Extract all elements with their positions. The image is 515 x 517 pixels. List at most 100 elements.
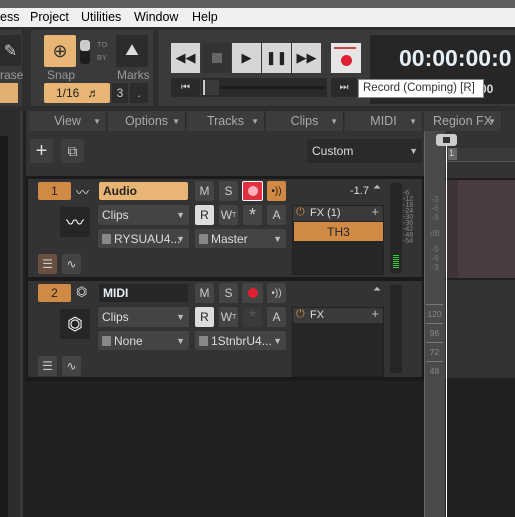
snap-by-label: BY: [97, 53, 108, 62]
input-dropdown[interactable]: RYSUAU4... ▼: [98, 229, 189, 248]
envelope-icon: ∿: [66, 359, 77, 373]
mute-button[interactable]: M: [195, 181, 214, 201]
duplicate-track-button[interactable]: ⧉: [61, 139, 84, 163]
track-lane-2[interactable]: [445, 280, 515, 378]
track-icon[interactable]: ⏣: [60, 309, 90, 339]
add-fx-icon[interactable]: +: [371, 306, 379, 321]
input-echo-button[interactable]: •)): [267, 283, 286, 303]
envelope-icon: ∿: [66, 257, 77, 271]
star-button[interactable]: *: [243, 205, 262, 225]
snap-button[interactable]: ⊕: [44, 35, 76, 67]
input-icon: [102, 335, 111, 346]
go-to-start-button[interactable]: ⏮: [171, 78, 200, 97]
plus-icon: +: [35, 139, 48, 162]
track-menu-button[interactable]: ☰: [38, 356, 57, 376]
record-arm-button[interactable]: [242, 283, 263, 303]
add-fx-icon[interactable]: +: [371, 204, 379, 219]
ruler-marker: 1: [448, 148, 457, 160]
stop-icon: [211, 53, 222, 63]
midi-connector-icon: ⏣: [67, 313, 83, 334]
track-midi[interactable]: 2 ⏣ MIDI M S •)) ⏶ ⏣ Clips ▼ R W T * A None ▼ 1StnbrU4...…: [28, 281, 422, 377]
menu-utilities[interactable]: Utilities: [81, 10, 121, 24]
fast-forward-button[interactable]: ▶▶: [292, 43, 321, 73]
track-audio[interactable]: 1 〰 Audio M S •)) -1.7 ⏶ 〰 Clips ▼ R W T * A RYSUAU4... ▼…: [28, 179, 422, 277]
track-mode-dropdown[interactable]: Clips ▼: [98, 205, 189, 225]
fx-plugin[interactable]: TH3: [294, 222, 383, 241]
echo-icon: •)): [271, 185, 282, 197]
record-button[interactable]: [331, 43, 361, 73]
erase-tool-button[interactable]: ✎: [0, 35, 21, 66]
tab-view[interactable]: View ▼: [29, 111, 107, 131]
record-arm-button[interactable]: [242, 181, 263, 201]
marks-count[interactable]: 3: [112, 83, 128, 103]
track-name-field[interactable]: Audio: [99, 182, 188, 200]
automation-button[interactable]: A: [267, 307, 286, 327]
solo-button[interactable]: S: [219, 283, 238, 303]
automation-lane-button[interactable]: ∿: [62, 356, 81, 376]
track-number[interactable]: 2: [38, 284, 71, 302]
volume-readout: -1.7: [350, 185, 369, 197]
tab-midi[interactable]: MIDI ▼: [345, 111, 423, 131]
record-icon: [247, 288, 258, 298]
position-slider[interactable]: [201, 78, 327, 97]
grid-icon: ⊕: [52, 40, 68, 61]
tab-region-fx[interactable]: Region FX ▼: [424, 111, 502, 131]
input-dropdown[interactable]: None ▼: [98, 331, 189, 350]
menu-window[interactable]: Window: [134, 10, 178, 24]
track-lane-1[interactable]: [445, 180, 515, 278]
time-readout: 00:00:00:0: [399, 45, 512, 71]
go-to-end-button[interactable]: ⏭: [331, 78, 357, 97]
snap-resolution-dropdown[interactable]: 1/16 ♬: [44, 83, 110, 103]
solo-button[interactable]: S: [219, 181, 238, 201]
title-bar: [0, 0, 515, 8]
track-view-preset-dropdown[interactable]: Custom ▼: [307, 139, 422, 163]
erase-label: rase: [0, 68, 24, 82]
tab-tracks[interactable]: Tracks ▼: [187, 111, 265, 131]
track-icon[interactable]: 〰: [60, 207, 90, 237]
menu-process[interactable]: ess: [0, 10, 19, 24]
marks-dot[interactable]: .: [130, 83, 148, 103]
track-menu-button[interactable]: ☰: [38, 254, 57, 274]
fx-rack[interactable]: ⏻ FX (1) + TH3: [292, 204, 384, 275]
input-echo-button[interactable]: •)): [267, 181, 286, 201]
lines-icon: ☰: [42, 257, 53, 271]
track-mode-dropdown[interactable]: Clips ▼: [98, 307, 189, 327]
tab-clips[interactable]: Clips ▼: [266, 111, 344, 131]
read-automation-button[interactable]: R: [195, 205, 214, 225]
stop-button[interactable]: [202, 43, 231, 73]
collapse-chevron-icon[interactable]: ⏶: [373, 284, 381, 295]
tab-options[interactable]: Options ▼: [108, 111, 186, 131]
input-icon: [102, 233, 111, 244]
automation-button[interactable]: A: [267, 205, 286, 225]
waveform-icon: 〰: [76, 185, 90, 200]
menu-project[interactable]: Project: [30, 10, 69, 24]
fast-forward-icon: ▶▶: [296, 50, 317, 65]
snap-toggle[interactable]: [80, 40, 90, 64]
fx-rack[interactable]: ⏻ FX +: [292, 306, 384, 377]
lines-icon: ☰: [42, 359, 53, 373]
automation-lane-button[interactable]: ∿: [62, 254, 81, 274]
track-name-field[interactable]: MIDI: [99, 284, 188, 302]
erase-dropdown[interactable]: [0, 83, 18, 103]
skip-start-icon: ⏮: [181, 82, 190, 93]
add-track-button[interactable]: +: [30, 139, 53, 163]
output-dropdown[interactable]: 1StnbrU4... ▼: [195, 331, 286, 350]
echo-icon: •)): [271, 287, 282, 299]
rewind-button[interactable]: ◀◀: [171, 43, 200, 73]
power-icon: ⏻: [296, 206, 305, 218]
write-automation-button[interactable]: WT: [219, 205, 238, 225]
duplicate-icon: ⧉: [67, 142, 78, 159]
track-number[interactable]: 1: [38, 182, 71, 200]
star-button[interactable]: *: [243, 307, 262, 327]
mute-button[interactable]: M: [195, 283, 214, 303]
output-dropdown[interactable]: Master ▼: [195, 229, 286, 248]
play-button[interactable]: ▶: [232, 43, 261, 73]
menu-help[interactable]: Help: [192, 10, 218, 24]
mountain-flag-icon: ⛰: [125, 42, 139, 59]
collapse-chevron-icon[interactable]: ⏶: [373, 182, 381, 193]
write-automation-button[interactable]: WT: [219, 307, 238, 327]
playhead-line: [446, 145, 447, 517]
marks-button[interactable]: ⛰: [116, 35, 148, 67]
pause-button[interactable]: ❚❚: [262, 43, 291, 73]
read-automation-button[interactable]: R: [195, 307, 214, 327]
